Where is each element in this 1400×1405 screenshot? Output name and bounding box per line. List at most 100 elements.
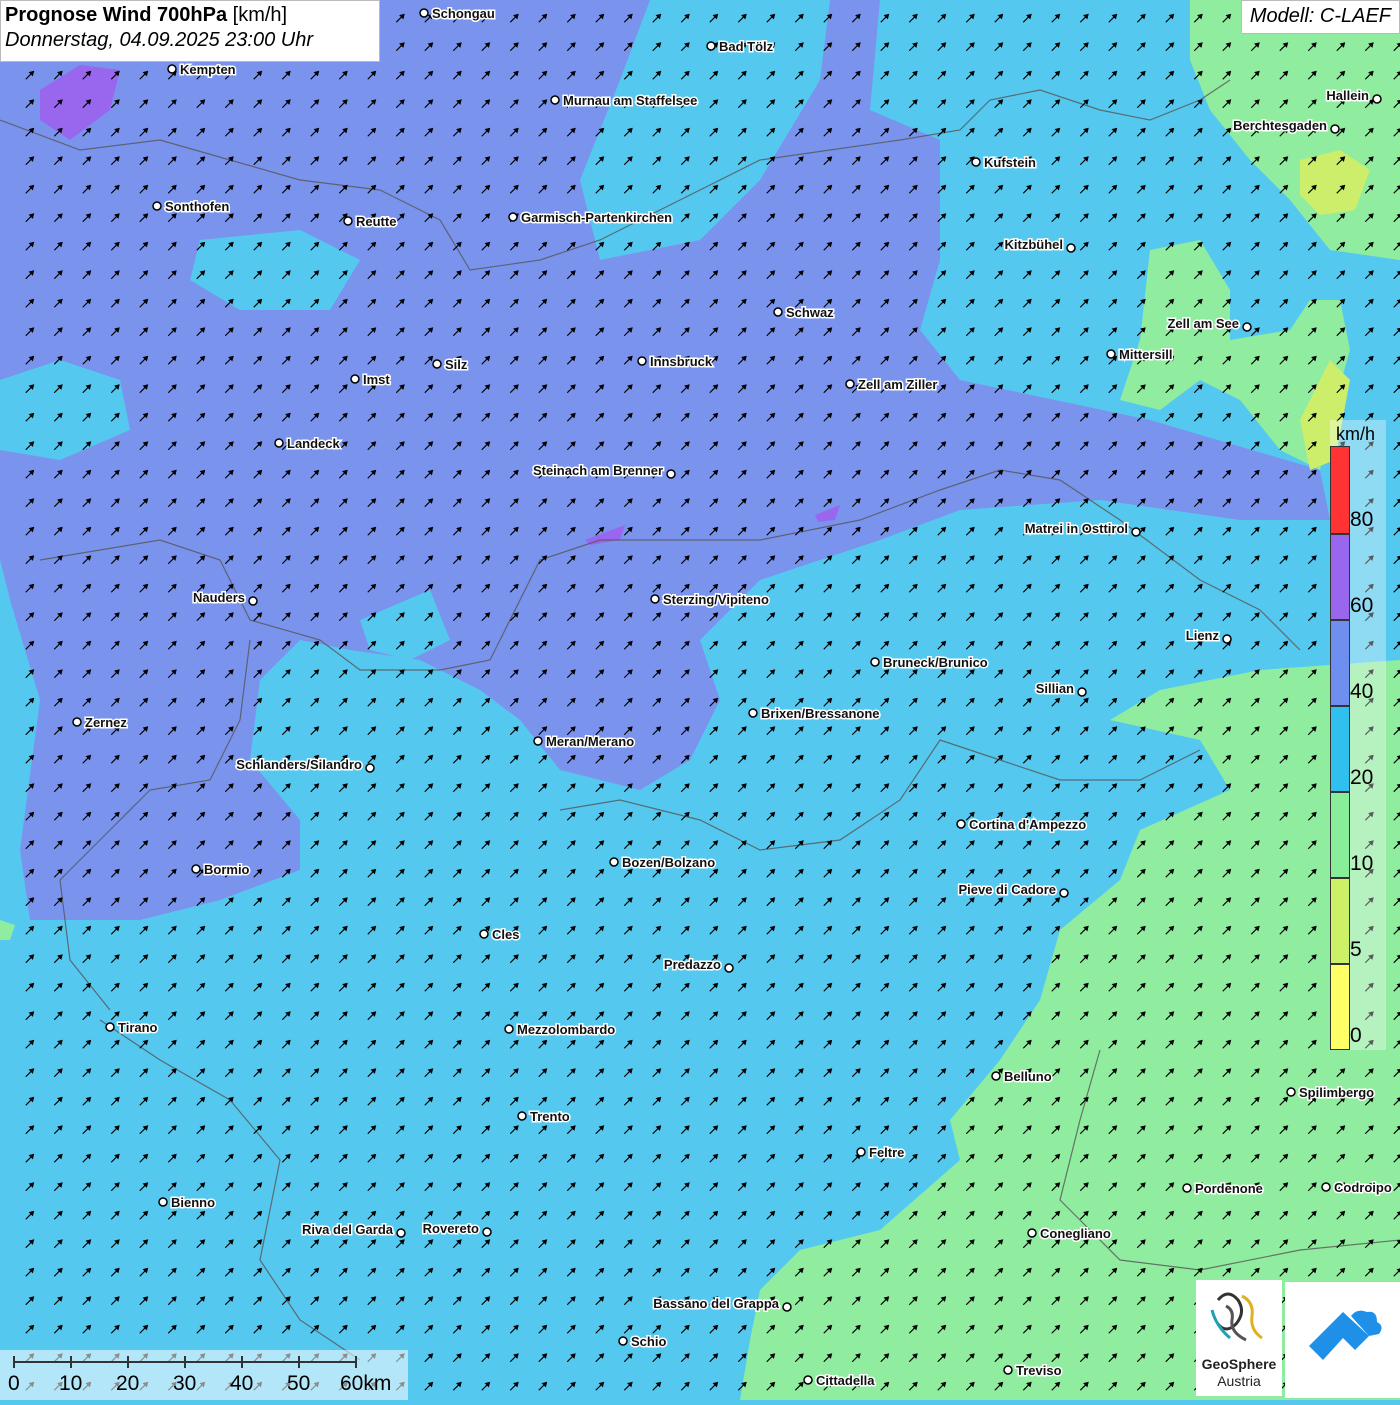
legend-swatch-0-5 bbox=[1330, 964, 1350, 1050]
city-dot bbox=[991, 1071, 1001, 1081]
city-label: Sterzing/Vipiteno bbox=[663, 592, 769, 607]
city-label: Cittadella bbox=[816, 1373, 875, 1388]
city-label: Treviso bbox=[1016, 1363, 1062, 1378]
city-marker: Meran/Merano bbox=[533, 733, 636, 751]
city-label: Bozen/Bolzano bbox=[622, 855, 715, 870]
city-dot bbox=[1003, 1365, 1013, 1375]
city-dot bbox=[1027, 1228, 1037, 1238]
city-marker: Riva del Garda bbox=[300, 1221, 406, 1239]
city-label: Schlanders/Silandro bbox=[236, 757, 362, 772]
city-dot bbox=[637, 356, 647, 366]
map-title: Prognose Wind 700hPa [km/h] bbox=[5, 4, 375, 27]
city-dot bbox=[517, 1111, 527, 1121]
legend-swatch-40-60 bbox=[1330, 620, 1350, 706]
city-dot bbox=[666, 469, 676, 479]
city-label: Landeck bbox=[287, 436, 341, 451]
scale-label-0: 0 bbox=[8, 1372, 20, 1395]
city-label: Pordenone bbox=[1195, 1181, 1263, 1196]
city-dot bbox=[803, 1375, 813, 1385]
city-label: Matrei in Osttirol bbox=[1025, 521, 1128, 536]
city-dot bbox=[1077, 687, 1087, 697]
city-dot bbox=[971, 157, 981, 167]
city-dot bbox=[419, 8, 429, 18]
geosphere-swirl-icon bbox=[1210, 1292, 1263, 1342]
legend-swatch-5-10 bbox=[1330, 878, 1350, 964]
city-dot bbox=[350, 374, 360, 384]
city-label: Meran/Merano bbox=[546, 734, 634, 749]
city-marker: Sonthofen bbox=[152, 198, 231, 216]
city-label: Steinach am Brenner bbox=[533, 463, 663, 478]
city-label: Schongau bbox=[432, 6, 495, 21]
wind-map[interactable]: Schongau Bad Tölz Kempten Murnau am Staffel… bbox=[0, 0, 1400, 1400]
city-dot bbox=[782, 1302, 792, 1312]
city-dot bbox=[1066, 243, 1076, 253]
city-label: Bormio bbox=[204, 862, 250, 877]
city-marker: Schlanders/Silandro bbox=[235, 756, 375, 774]
city-label: Zell am Ziller bbox=[858, 377, 937, 392]
legend-label-40: 40 bbox=[1350, 680, 1374, 703]
city-label: Pieve di Cadore bbox=[958, 882, 1056, 897]
city-dot bbox=[748, 708, 758, 718]
cloud-arrow-icon bbox=[1309, 1310, 1382, 1360]
legend-label-20: 20 bbox=[1350, 766, 1374, 789]
city-dot bbox=[870, 657, 880, 667]
city-dot bbox=[706, 41, 716, 51]
scale-label-60km: 60km bbox=[340, 1372, 392, 1395]
legend-swatch-80-plus bbox=[1330, 446, 1350, 534]
city-label: Conegliano bbox=[1040, 1226, 1111, 1241]
city-dot bbox=[396, 1228, 406, 1238]
scale-label-20: 20 bbox=[116, 1372, 140, 1395]
city-marker: Bozen/Bolzano bbox=[609, 854, 717, 872]
map-title-box: Prognose Wind 700hPa [km/h] Donnerstag, … bbox=[0, 0, 380, 62]
city-label: Kufstein bbox=[984, 155, 1036, 170]
legend-label-60: 60 bbox=[1350, 594, 1374, 617]
legend-label-0: 0 bbox=[1350, 1024, 1362, 1047]
city-dot bbox=[274, 438, 284, 448]
city-dot bbox=[191, 864, 201, 874]
map-title-main: Prognose Wind 700hPa bbox=[5, 4, 228, 26]
city-dot bbox=[1286, 1087, 1296, 1097]
geosphere-logo-line2: Austria bbox=[1217, 1373, 1261, 1389]
city-label: Lienz bbox=[1186, 628, 1220, 643]
city-marker: Pieve di Cadore bbox=[957, 881, 1069, 899]
city-label: Reutte bbox=[356, 214, 396, 229]
forecast-datetime: Donnerstag, 04.09.2025 23:00 Uhr bbox=[5, 29, 313, 51]
legend-label-5: 5 bbox=[1350, 938, 1362, 961]
city-label: Imst bbox=[363, 372, 390, 387]
city-marker: Matrei in Osttirol bbox=[1023, 520, 1141, 538]
city-label: Tirano bbox=[118, 1020, 158, 1035]
city-dot bbox=[508, 212, 518, 222]
weather-app-logo[interactable] bbox=[1285, 1282, 1400, 1398]
city-label: Zernez bbox=[85, 715, 127, 730]
city-label: Bad Tölz bbox=[719, 39, 774, 54]
scale-label-40: 40 bbox=[230, 1372, 254, 1395]
city-label: Spilimbergo bbox=[1299, 1085, 1374, 1100]
city-label: Schwaz bbox=[786, 305, 834, 320]
city-label: Bruneck/Brunico bbox=[883, 655, 988, 670]
city-label: Bassano del Grappa bbox=[653, 1296, 779, 1311]
scale-label-10: 10 bbox=[59, 1372, 83, 1395]
city-dot bbox=[533, 736, 543, 746]
city-dot bbox=[550, 95, 560, 105]
city-label: Mezzolombardo bbox=[517, 1022, 615, 1037]
city-label: Sillian bbox=[1036, 681, 1074, 696]
city-marker: Brixen/Bressanone bbox=[748, 705, 881, 723]
city-label: Feltre bbox=[869, 1145, 904, 1160]
city-label: Schio bbox=[631, 1334, 666, 1349]
city-label: Brixen/Bressanone bbox=[761, 706, 880, 721]
city-dot bbox=[152, 201, 162, 211]
legend-label-10: 10 bbox=[1350, 852, 1374, 875]
legend-swatch-60-80 bbox=[1330, 534, 1350, 620]
city-dot bbox=[482, 1227, 492, 1237]
city-label: Zell am See bbox=[1167, 316, 1239, 331]
city-dot bbox=[1059, 888, 1069, 898]
city-dot bbox=[773, 307, 783, 317]
city-label: Innsbruck bbox=[650, 354, 713, 369]
city-marker: Murnau am Staffelsee bbox=[550, 92, 699, 110]
model-label: Modell: C-LAEF bbox=[1240, 0, 1400, 34]
city-dot bbox=[1321, 1182, 1331, 1192]
city-label: Hallein bbox=[1326, 88, 1369, 103]
city-label: Cortina d'Ampezzo bbox=[969, 817, 1086, 832]
city-label: Bienno bbox=[171, 1195, 215, 1210]
city-dot bbox=[650, 594, 660, 604]
